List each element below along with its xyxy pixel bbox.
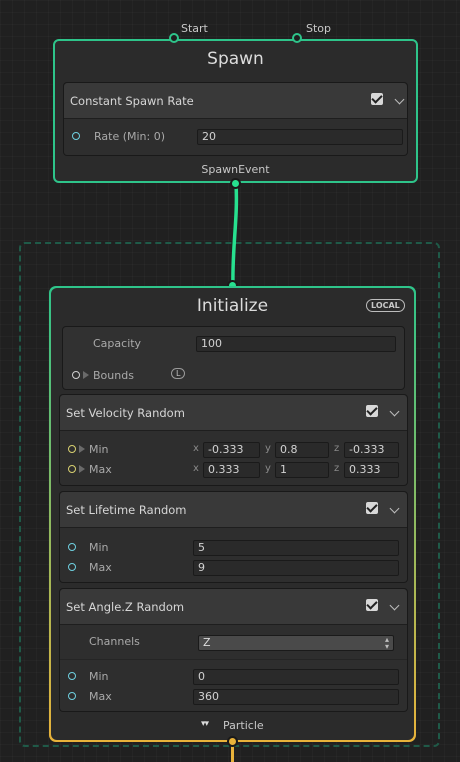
- max-field[interactable]: 9: [193, 560, 399, 576]
- expand-icon[interactable]: [79, 445, 85, 453]
- bounds-port-icon[interactable]: [72, 371, 80, 379]
- capacity-label: Capacity: [93, 337, 142, 350]
- chevron-down-icon[interactable]: [389, 600, 400, 611]
- particle-label: Particle: [223, 719, 264, 732]
- axis-x-label: x: [193, 443, 199, 454]
- dropdown-arrows-icon: ▴ ▾: [384, 635, 389, 651]
- min-field[interactable]: 5: [193, 540, 399, 556]
- spawn-title: Spawn: [207, 49, 264, 69]
- rate-field[interactable]: 20: [197, 129, 403, 145]
- enable-checkbox[interactable]: [366, 405, 378, 417]
- axis-z-label: z: [334, 443, 340, 454]
- divider: [60, 659, 407, 660]
- axis-z-label: z: [334, 463, 340, 474]
- min-label: Min: [89, 443, 109, 456]
- particle-icon: ▾▾: [201, 719, 209, 729]
- enable-checkbox[interactable]: [366, 502, 378, 514]
- block-title: Set Lifetime Random: [66, 503, 187, 517]
- block-header: Set Velocity Random: [60, 395, 407, 431]
- block-title: Constant Spawn Rate: [70, 94, 194, 108]
- min-field[interactable]: 0: [193, 669, 399, 685]
- chevron-down-icon[interactable]: [389, 406, 400, 417]
- channels-dropdown[interactable]: Z ▴ ▾: [198, 635, 394, 651]
- block-header: Constant Spawn Rate: [64, 83, 407, 119]
- spawnevent-label: SpawnEvent: [201, 163, 270, 176]
- block-title: Set Velocity Random: [66, 406, 185, 420]
- particle-port-icon[interactable]: [227, 736, 238, 747]
- initialize-border: Initialize LOCAL Capacity 100 Bounds L S…: [49, 286, 416, 742]
- min-y-field[interactable]: 0.8: [275, 442, 329, 458]
- spawnevent-port-icon[interactable]: [230, 178, 241, 189]
- max-y-field[interactable]: 1: [275, 462, 329, 478]
- min-z-field[interactable]: -0.333: [344, 442, 399, 458]
- initialize-context[interactable]: Initialize LOCAL Capacity 100 Bounds L S…: [51, 288, 414, 740]
- min-label: Min: [89, 670, 109, 683]
- min-port-icon[interactable]: [68, 672, 76, 680]
- stop-port-icon[interactable]: [292, 33, 302, 43]
- stop-label: Stop: [306, 22, 332, 35]
- axis-x-label: x: [193, 463, 199, 474]
- set-lifetime-random-block[interactable]: Set Lifetime Random Min 5 Max 9: [59, 491, 408, 583]
- chevron-down-icon[interactable]: [389, 503, 400, 514]
- axis-y-label: y: [265, 463, 271, 474]
- particle-link: [231, 746, 234, 762]
- expand-icon[interactable]: [79, 465, 85, 473]
- axis-y-label: y: [265, 443, 271, 454]
- min-port-icon[interactable]: [68, 445, 76, 453]
- max-z-field[interactable]: 0.333: [344, 462, 399, 478]
- initialize-title: Initialize: [196, 296, 269, 316]
- max-field[interactable]: 360: [193, 689, 399, 705]
- max-label: Max: [89, 690, 112, 703]
- bounds-space-badge[interactable]: L: [171, 368, 186, 379]
- chevron-down-icon[interactable]: [394, 94, 405, 105]
- min-x-field[interactable]: -0.333: [203, 442, 260, 458]
- max-label: Max: [89, 561, 112, 574]
- spawn-context[interactable]: Spawn Constant Spawn Rate Rate (Min: 0) …: [53, 39, 418, 183]
- block-header: Set Angle.Z Random: [60, 589, 407, 625]
- rate-label: Rate (Min: 0): [94, 130, 166, 143]
- local-space-badge[interactable]: LOCAL: [366, 299, 405, 312]
- capacity-field[interactable]: 100: [196, 336, 396, 352]
- input-port-icon[interactable]: [72, 132, 80, 140]
- start-port-icon[interactable]: [169, 33, 179, 43]
- min-port-icon[interactable]: [68, 543, 76, 551]
- enable-checkbox[interactable]: [371, 93, 383, 105]
- block-header: Set Lifetime Random: [60, 492, 407, 528]
- start-label: Start: [181, 22, 208, 35]
- expand-icon[interactable]: [83, 371, 89, 379]
- channels-label: Channels: [89, 635, 140, 648]
- min-label: Min: [89, 541, 109, 554]
- max-label: Max: [89, 463, 112, 476]
- flow-link: [231, 183, 239, 287]
- set-angle-z-random-block[interactable]: Set Angle.Z Random Channels Z ▴ ▾ Min 0 M…: [59, 588, 408, 712]
- max-port-icon[interactable]: [68, 563, 76, 571]
- context-settings: Capacity 100 Bounds L: [62, 326, 405, 390]
- max-port-icon[interactable]: [68, 465, 76, 473]
- max-x-field[interactable]: 0.333: [203, 462, 260, 478]
- enable-checkbox[interactable]: [366, 599, 378, 611]
- block-title: Set Angle.Z Random: [66, 600, 185, 614]
- set-velocity-random-block[interactable]: Set Velocity Random Min x -0.333 y 0.8 z…: [59, 394, 408, 486]
- max-port-icon[interactable]: [68, 692, 76, 700]
- bounds-label: Bounds: [93, 369, 134, 382]
- channels-value: Z: [203, 636, 211, 649]
- constant-spawn-rate-block[interactable]: Constant Spawn Rate Rate (Min: 0) 20: [63, 82, 408, 156]
